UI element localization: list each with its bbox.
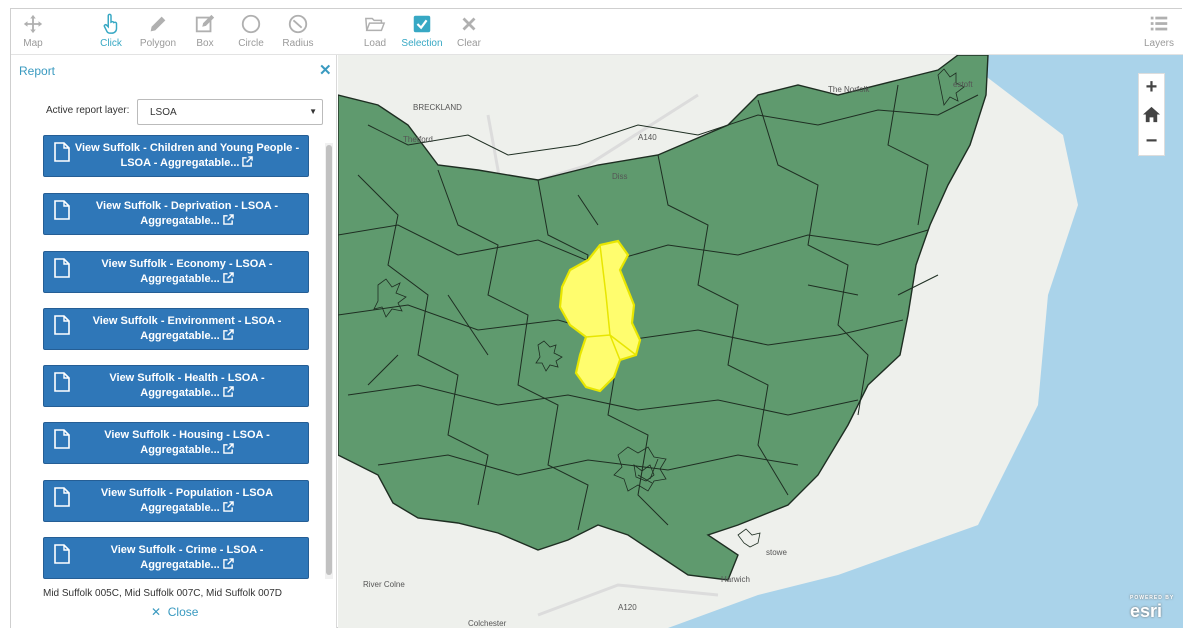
layers-tool-label: Layers [1143, 38, 1174, 49]
external-link-icon [222, 214, 234, 225]
clear-tool[interactable]: Clear [441, 13, 497, 49]
document-icon [54, 429, 70, 449]
zoom-out-button[interactable]: − [1139, 128, 1164, 155]
external-link-icon [222, 329, 234, 340]
map-canvas[interactable] [338, 55, 1183, 628]
folder-open-icon [365, 17, 386, 32]
map-label-river-colne: River Colne [363, 580, 405, 589]
map-label-diss: Diss [612, 172, 628, 181]
close-link[interactable]: ✕ Close [151, 605, 198, 619]
document-icon [54, 487, 70, 507]
external-link-icon [222, 558, 234, 569]
close-icon: ✕ [151, 605, 162, 619]
report-button-population[interactable]: View Suffolk - Population - LSOA Aggrega… [43, 480, 309, 522]
report-button-health[interactable]: View Suffolk - Health - LSOA - Aggregata… [43, 365, 309, 407]
report-button-label: View Suffolk - Children and Young People… [74, 142, 300, 169]
close-icon [462, 17, 476, 31]
checkbox-icon [413, 15, 431, 33]
external-link-icon [242, 156, 254, 167]
map-label-felixstowe: stowe [766, 548, 787, 557]
selected-areas-text: Mid Suffolk 005C, Mid Suffolk 007C, Mid … [43, 588, 283, 599]
map-label-lowestoft: estoft [953, 80, 973, 89]
map-label-breckland: BRECKLAND [413, 103, 462, 112]
esri-text: esri [1130, 601, 1163, 621]
scrollbar-thumb[interactable] [326, 145, 332, 575]
document-icon [54, 315, 70, 335]
move-icon [23, 14, 43, 34]
clear-tool-label: Clear [457, 38, 481, 49]
panel-title: Report [19, 64, 56, 78]
report-button-label: View Suffolk - Economy - LSOA - Aggregat… [101, 258, 273, 285]
document-icon [54, 544, 70, 564]
radius-tool-label: Radius [282, 38, 314, 49]
caret-down-icon: ▼ [309, 107, 317, 116]
radius-icon [288, 14, 308, 34]
document-icon [54, 372, 70, 392]
map-label-colchester: Colchester [468, 619, 507, 628]
zoom-controls: + − [1138, 73, 1165, 156]
external-link-icon [222, 272, 234, 283]
list-icon [1150, 16, 1168, 31]
radius-tool[interactable]: Radius [270, 13, 326, 49]
report-button-label: View Suffolk - Population - LSOA Aggrega… [100, 487, 274, 514]
report-panel: Report ✕ Active report layer: LSOA ▼ Vie… [11, 55, 337, 628]
map-label-a140: A140 [638, 133, 657, 142]
report-button-children[interactable]: View Suffolk - Children and Young People… [43, 135, 309, 177]
circle-icon [241, 14, 261, 34]
report-button-label: View Suffolk - Health - LSOA - Aggregata… [109, 372, 265, 399]
document-icon [54, 200, 70, 220]
close-link-label: Close [167, 605, 199, 619]
edit-box-icon [195, 14, 215, 33]
report-button-deprivation[interactable]: View Suffolk - Deprivation - LSOA - Aggr… [43, 193, 309, 235]
map-label-a120: A120 [618, 603, 637, 612]
report-button-label: View Suffolk - Deprivation - LSOA - Aggr… [95, 200, 279, 227]
report-button-label: View Suffolk - Crime - LSOA - Aggregatab… [110, 544, 264, 571]
panel-close-icon[interactable]: ✕ [319, 61, 332, 79]
external-link-icon [222, 501, 234, 512]
report-button-environment[interactable]: View Suffolk - Environment - LSOA - Aggr… [43, 308, 309, 350]
zoom-in-button[interactable]: + [1139, 74, 1164, 101]
home-icon [1142, 106, 1161, 123]
report-button-label: View Suffolk - Environment - LSOA - Aggr… [92, 315, 282, 342]
map-label-thetford: Thetford [403, 135, 433, 144]
map-label-harwich: Harwich [721, 575, 750, 584]
active-layer-value: LSOA [150, 107, 177, 118]
layers-tool[interactable]: Layers [1131, 13, 1187, 49]
map-label-norfolk: The Norfolk [828, 85, 870, 94]
document-icon [54, 258, 70, 278]
app-window: Map Click Polygon Box Circle Radius Load [10, 8, 1183, 628]
home-button[interactable] [1139, 101, 1164, 128]
report-button-housing[interactable]: View Suffolk - Housing - LSOA - Aggregat… [43, 422, 309, 464]
map-view[interactable]: BRECKLAND Thetford Diss The Norfolk esto… [338, 55, 1183, 628]
document-icon [54, 142, 70, 162]
active-layer-select[interactable]: LSOA ▼ [137, 99, 323, 125]
external-link-icon [222, 386, 234, 397]
active-layer-label: Active report layer: [46, 105, 130, 116]
pencil-icon [150, 16, 166, 32]
report-button-crime[interactable]: View Suffolk - Crime - LSOA - Aggregatab… [43, 537, 309, 579]
report-button-label: View Suffolk - Housing - LSOA - Aggregat… [104, 429, 270, 456]
esri-logo: POWERED BY esri [1130, 595, 1174, 622]
toolbar: Map Click Polygon Box Circle Radius Load [11, 9, 1183, 55]
map-tool-label: Map [23, 38, 43, 49]
pointer-hand-icon [103, 13, 118, 34]
external-link-icon [222, 443, 234, 454]
map-tool[interactable]: Map [5, 13, 61, 49]
report-button-economy[interactable]: View Suffolk - Economy - LSOA - Aggregat… [43, 251, 309, 293]
